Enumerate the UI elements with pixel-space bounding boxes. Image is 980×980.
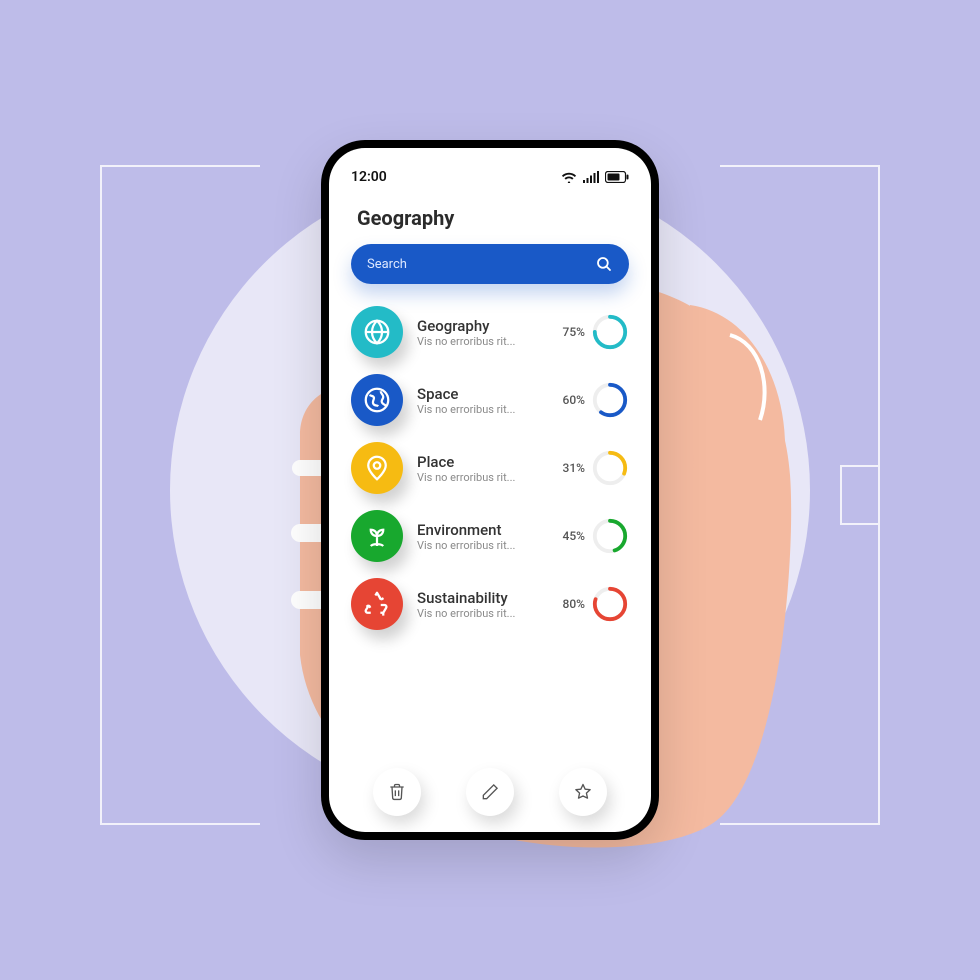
progress-ring <box>591 517 629 555</box>
phone-screen: 12:00 Geography Search Geography Vis no … <box>329 148 651 832</box>
item-subtitle: Vis no erroribus rit... <box>417 403 553 416</box>
progress-label: 45% <box>563 529 585 543</box>
status-bar: 12:00 <box>351 166 629 188</box>
progress: 60% <box>567 381 629 419</box>
item-title: Place <box>417 453 553 471</box>
page-title: Geography <box>357 206 629 230</box>
progress-label: 80% <box>563 597 585 611</box>
item-text: Environment Vis no erroribus rit... <box>417 521 553 552</box>
progress-ring <box>591 381 629 419</box>
search-bar[interactable]: Search <box>351 244 629 284</box>
progress-ring <box>591 313 629 351</box>
status-time: 12:00 <box>351 169 387 185</box>
progress: 45% <box>567 517 629 555</box>
list-item-geography[interactable]: Geography Vis no erroribus rit... 75% <box>351 302 629 362</box>
pencil-icon <box>480 782 500 802</box>
trash-icon <box>387 782 407 802</box>
signal-icon <box>583 171 599 183</box>
wifi-icon <box>561 171 577 183</box>
item-subtitle: Vis no erroribus rit... <box>417 607 553 620</box>
item-text: Sustainability Vis no erroribus rit... <box>417 589 553 620</box>
progress-ring <box>591 449 629 487</box>
topic-list: Geography Vis no erroribus rit... 75% Sp… <box>351 302 629 756</box>
item-subtitle: Vis no erroribus rit... <box>417 471 553 484</box>
progress: 80% <box>567 585 629 623</box>
item-text: Space Vis no erroribus rit... <box>417 385 553 416</box>
progress-ring <box>591 585 629 623</box>
item-title: Environment <box>417 521 553 539</box>
status-icons <box>561 171 629 183</box>
item-title: Sustainability <box>417 589 553 607</box>
phone-frame: 12:00 Geography Search Geography Vis no … <box>321 140 659 840</box>
list-item-environment[interactable]: Environment Vis no erroribus rit... 45% <box>351 506 629 566</box>
bottom-actions <box>351 756 629 816</box>
plant-icon <box>351 510 403 562</box>
pin-icon <box>351 442 403 494</box>
progress-label: 75% <box>563 325 585 339</box>
progress: 75% <box>567 313 629 351</box>
globe-icon <box>351 306 403 358</box>
list-item-sustainability[interactable]: Sustainability Vis no erroribus rit... 8… <box>351 574 629 634</box>
edit-button[interactable] <box>466 768 514 816</box>
recycle-icon <box>351 578 403 630</box>
progress-label: 60% <box>563 393 585 407</box>
item-subtitle: Vis no erroribus rit... <box>417 539 553 552</box>
item-title: Space <box>417 385 553 403</box>
list-item-space[interactable]: Space Vis no erroribus rit... 60% <box>351 370 629 430</box>
item-title: Geography <box>417 317 553 335</box>
star-icon <box>573 782 593 802</box>
list-item-place[interactable]: Place Vis no erroribus rit... 31% <box>351 438 629 498</box>
battery-icon <box>605 171 629 183</box>
progress: 31% <box>567 449 629 487</box>
search-icon <box>595 255 613 273</box>
item-text: Geography Vis no erroribus rit... <box>417 317 553 348</box>
trash-button[interactable] <box>373 768 421 816</box>
star-button[interactable] <box>559 768 607 816</box>
item-subtitle: Vis no erroribus rit... <box>417 335 553 348</box>
progress-label: 31% <box>563 461 585 475</box>
search-placeholder: Search <box>367 257 595 272</box>
item-text: Place Vis no erroribus rit... <box>417 453 553 484</box>
earth-icon <box>351 374 403 426</box>
